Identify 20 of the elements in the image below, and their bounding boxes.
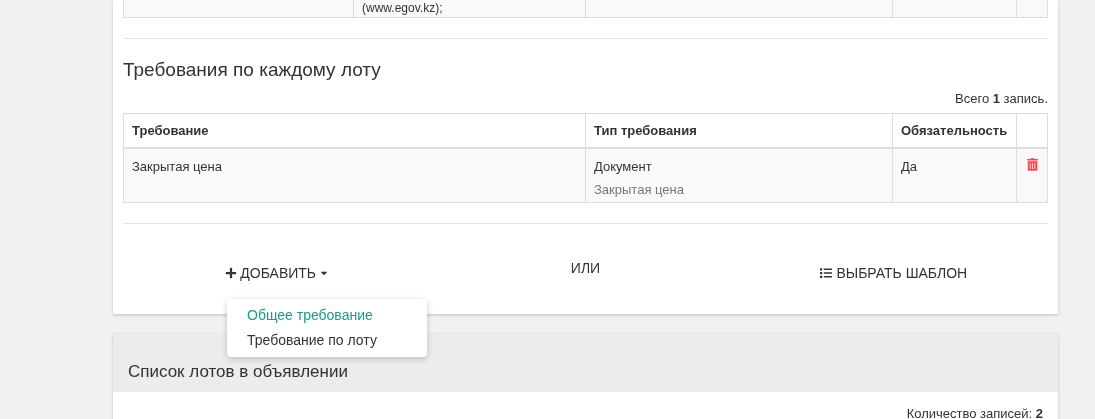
table-cell-text: (www.egov.kz); (362, 1, 444, 15)
table-cell-text: Документ (594, 158, 652, 176)
menu-item[interactable]: Требование по лоту (227, 328, 427, 353)
add-button[interactable]: ДОБАВИТЬ (225, 264, 330, 282)
record-count: Количество записей: 2 (906, 405, 1043, 419)
type-detail: Закрытая цена (594, 180, 684, 199)
list-icon (820, 267, 833, 279)
column-header: Обязательность (893, 114, 1017, 147)
panel-title: Список лотов в объявлении (128, 360, 348, 383)
column-header: Требование (124, 114, 586, 147)
trash-icon[interactable] (1027, 158, 1038, 171)
or-label: ИЛИ (570, 259, 601, 278)
table-cell: Закрытая цена (124, 149, 586, 202)
select-template-button[interactable]: ВЫБРАТЬ ШАБЛОН (820, 264, 968, 282)
section-title: Требования по каждому лоту (123, 58, 382, 82)
table-cell: Да (893, 149, 1017, 202)
record-count: Всего 1 запись. (954, 91, 1048, 107)
menu-item[interactable]: Общее требование (227, 303, 427, 328)
column-header: Тип требования (586, 114, 893, 147)
plus-icon (225, 267, 238, 279)
